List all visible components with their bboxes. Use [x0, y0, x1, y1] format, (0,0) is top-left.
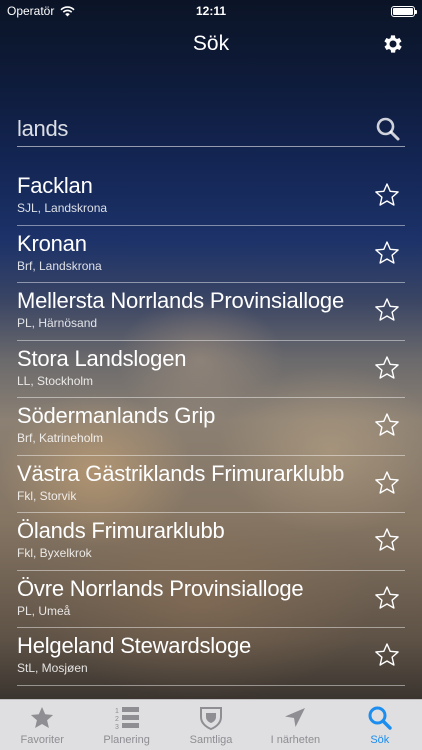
list-item[interactable]: Södermanlands Grip Brf, Katrineholm: [17, 398, 405, 456]
item-subtitle: PL, Härnösand: [17, 316, 98, 330]
tab-label: Planering: [103, 734, 150, 746]
search-icon[interactable]: [375, 116, 401, 142]
star-icon[interactable]: [374, 297, 400, 323]
page-title: Sök: [192, 32, 230, 55]
search-icon: [368, 706, 392, 730]
item-title: Helgeland Stewardsloge: [17, 633, 252, 658]
nav-bar: Sök: [0, 22, 422, 66]
list-item[interactable]: Kronan Brf, Landskrona: [17, 226, 405, 283]
star-icon[interactable]: [374, 527, 400, 553]
item-title: Kronan: [17, 230, 87, 256]
item-subtitle: SJL, Landskrona: [17, 201, 108, 215]
numbered-list-icon: 1 2 3: [115, 707, 139, 731]
list-item[interactable]: Övre Norrlands Provinsialloge PL, Umeå: [17, 571, 405, 628]
gear-icon[interactable]: [381, 32, 405, 56]
list-item[interactable]: Ölands Frimurarklubb Fkl, Byxelkrok: [17, 513, 405, 571]
list-item[interactable]: [17, 686, 405, 699]
item-title: Ölands Frimurarklubb: [17, 518, 225, 543]
item-subtitle: Brf, Landskrona: [17, 258, 102, 273]
tab-planering[interactable]: 1 2 3 Planering: [84, 700, 168, 750]
star-icon[interactable]: [374, 355, 400, 381]
tab-samtliga[interactable]: Samtliga: [169, 700, 253, 750]
svg-text:1: 1: [115, 708, 119, 715]
star-icon[interactable]: [374, 240, 400, 266]
list-item[interactable]: Västra Gästriklands Frimurarklubb Fkl, S…: [17, 456, 405, 513]
tab-label: I närheten: [270, 734, 321, 746]
list-item[interactable]: Stora Landslogen LL, Stockholm: [17, 341, 405, 398]
star-icon: [31, 707, 54, 728]
item-title: Västra Gästriklands Frimurarklubb: [17, 460, 345, 486]
results-list: Facklan SJL, Landskrona Kronan Brf, Land…: [0, 168, 422, 698]
item-title: Mellersta Norrlands Provinsialloge: [17, 288, 345, 313]
search-bar: [17, 112, 405, 147]
star-icon[interactable]: [374, 182, 400, 208]
star-icon[interactable]: [374, 642, 400, 668]
item-subtitle: Fkl, Byxelkrok: [17, 546, 92, 560]
svg-text:3: 3: [115, 724, 119, 731]
item-subtitle: PL, Umeå: [17, 603, 71, 618]
battery-icon: [391, 5, 417, 17]
tab-sok[interactable]: Sök: [338, 700, 422, 750]
tab-i-narheten[interactable]: I närheten: [253, 700, 337, 750]
item-title: Facklan: [17, 173, 93, 198]
tab-label: Sök: [370, 734, 390, 746]
status-time: 12:11: [195, 4, 227, 18]
star-icon[interactable]: [374, 585, 400, 611]
tab-bar: Favoriter 1 2 3 Planering Samtliga I när…: [0, 699, 422, 750]
shield-icon: [200, 707, 223, 731]
tab-favoriter[interactable]: Favoriter: [0, 700, 84, 750]
search-input[interactable]: [17, 116, 375, 142]
location-arrow-icon: [285, 708, 306, 727]
star-icon[interactable]: [374, 412, 400, 438]
star-icon[interactable]: [374, 470, 400, 496]
item-subtitle: Fkl, Storvik: [17, 488, 77, 503]
tab-label: Samtliga: [189, 734, 233, 746]
item-subtitle: LL, Stockholm: [17, 373, 94, 388]
status-bar: Operatör 12:11: [0, 0, 422, 22]
list-item[interactable]: Helgeland Stewardsloge StL, Mosjøen: [17, 628, 405, 686]
item-title: Övre Norrlands Provinsialloge: [17, 575, 304, 601]
list-item[interactable]: Mellersta Norrlands Provinsialloge PL, H…: [17, 283, 405, 341]
item-title: Stora Landslogen: [17, 345, 187, 371]
tab-label: Favoriter: [20, 734, 64, 746]
item-subtitle: Brf, Katrineholm: [17, 431, 104, 445]
svg-text:2: 2: [115, 716, 119, 723]
list-item[interactable]: Facklan SJL, Landskrona: [17, 168, 405, 226]
item-title: Södermanlands Grip: [17, 403, 216, 428]
item-subtitle: StL, Mosjøen: [17, 661, 88, 675]
